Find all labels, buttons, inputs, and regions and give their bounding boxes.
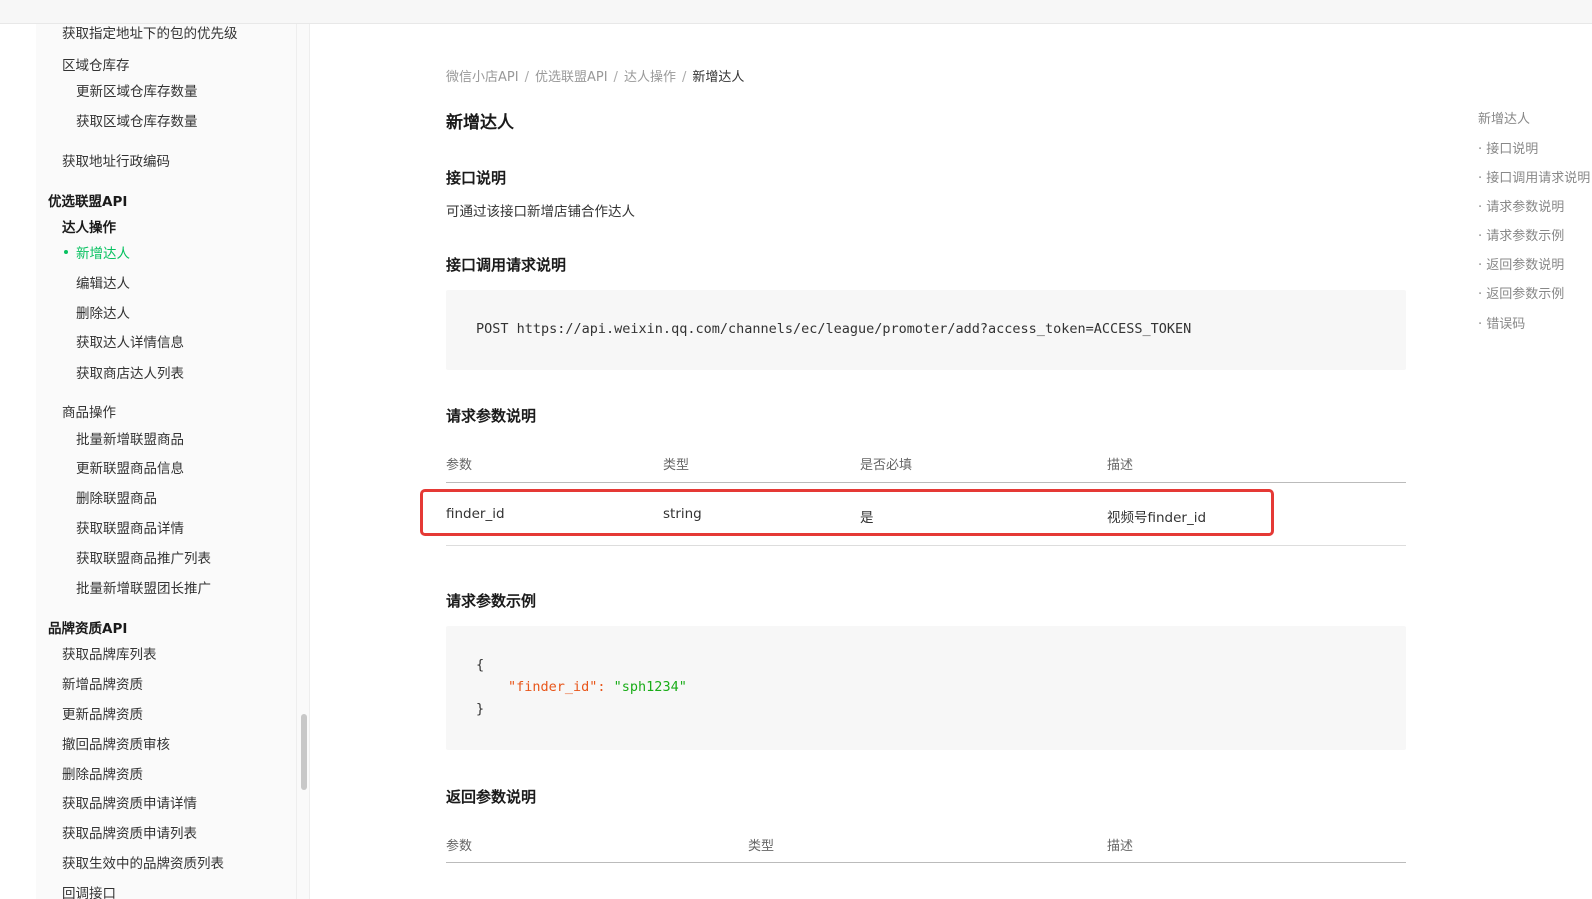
sidebar-item[interactable]: 商品操作 bbox=[62, 401, 116, 421]
sidebar-item-active[interactable]: 新增达人 bbox=[64, 242, 130, 262]
code-json-colon: : bbox=[597, 679, 614, 695]
return-header-description: 描述 bbox=[1107, 839, 1134, 854]
sidebar-item[interactable]: 删除联盟商品 bbox=[76, 487, 157, 507]
sidebar-item[interactable]: 批量新增联盟商品 bbox=[76, 428, 184, 448]
return-header-name: 参数 bbox=[446, 839, 473, 854]
sidebar-item[interactable]: 回调接口 bbox=[62, 882, 116, 899]
breadcrumb-link[interactable]: 优选联盟API bbox=[535, 70, 608, 85]
sidebar-item[interactable]: 更新联盟商品信息 bbox=[76, 457, 184, 477]
sidebar-item[interactable]: 删除达人 bbox=[76, 302, 130, 322]
sidebar-subgroup-promoter[interactable]: 达人操作 bbox=[62, 216, 116, 236]
breadcrumb-current: 新增达人 bbox=[692, 70, 745, 85]
toc-item[interactable]: · 错误码 bbox=[1478, 313, 1525, 332]
example-code-block: { "finder_id": "sph1234" } bbox=[446, 626, 1406, 750]
sidebar-item[interactable]: 区域仓库存 bbox=[62, 54, 130, 74]
breadcrumb-separator: / bbox=[613, 70, 618, 85]
sidebar-item[interactable]: 新增品牌资质 bbox=[62, 673, 143, 693]
breadcrumb-link[interactable]: 微信小店API bbox=[446, 70, 519, 85]
code-line: "finder_id": "sph1234" bbox=[508, 679, 687, 695]
section-title-params: 请求参数说明 bbox=[446, 407, 537, 425]
table-of-contents: 新增达人 · 接口说明 · 接口调用请求说明 · 请求参数说明 · 请求参数示例… bbox=[1478, 24, 1592, 899]
sidebar-item[interactable]: 更新区域仓库存数量 bbox=[76, 80, 198, 100]
toc-item[interactable]: · 请求参数示例 bbox=[1478, 225, 1564, 244]
params-header-type: 类型 bbox=[663, 458, 690, 473]
toc-item[interactable]: · 返回参数说明 bbox=[1478, 254, 1564, 273]
section-description-text: 可通过该接口新增店铺合作达人 bbox=[446, 204, 635, 220]
section-title-return: 返回参数说明 bbox=[446, 788, 537, 806]
toc-item[interactable]: · 返回参数示例 bbox=[1478, 283, 1564, 302]
page-title: 新增达人 bbox=[446, 113, 514, 133]
sidebar-item[interactable]: 获取商店达人列表 bbox=[76, 362, 184, 382]
section-title-description: 接口说明 bbox=[446, 169, 507, 187]
sidebar-item[interactable]: 获取区域仓库存数量 bbox=[76, 110, 198, 130]
active-dot-icon bbox=[64, 250, 68, 254]
sidebar-nav: 获取指定地址下的包的优先级 区域仓库存 更新区域仓库存数量 获取区域仓库存数量 … bbox=[0, 24, 296, 899]
sidebar-item[interactable]: 获取联盟商品详情 bbox=[76, 517, 184, 537]
top-bar bbox=[0, 0, 1592, 24]
section-title-example: 请求参数示例 bbox=[446, 592, 537, 610]
highlight-box bbox=[420, 489, 1274, 536]
sidebar-item[interactable]: 获取品牌库列表 bbox=[62, 643, 157, 663]
sidebar-item[interactable]: 获取指定地址下的包的优先级 bbox=[62, 24, 238, 42]
code-json-value: "sph1234" bbox=[613, 679, 687, 695]
request-line: POST https://api.weixin.qq.com/channels/… bbox=[476, 321, 1192, 337]
sidebar-item[interactable]: 获取地址行政编码 bbox=[62, 150, 170, 170]
request-code-block: POST https://api.weixin.qq.com/channels/… bbox=[446, 290, 1406, 370]
params-header-description: 描述 bbox=[1107, 458, 1134, 473]
sidebar-scrollbar[interactable] bbox=[301, 714, 307, 790]
sidebar-group-league-api[interactable]: 优选联盟API bbox=[48, 190, 127, 210]
code-json-key: "finder_id" bbox=[508, 679, 598, 695]
sidebar-item[interactable]: 删除品牌资质 bbox=[62, 763, 143, 783]
breadcrumb-separator: / bbox=[524, 70, 529, 85]
sidebar-item[interactable]: 批量新增联盟团长推广 bbox=[76, 577, 211, 597]
toc-item[interactable]: · 接口说明 bbox=[1478, 138, 1538, 157]
return-table-header-divider bbox=[446, 862, 1406, 863]
toc-item[interactable]: · 接口调用请求说明 bbox=[1478, 167, 1590, 186]
sidebar-item[interactable]: 更新品牌资质 bbox=[62, 703, 143, 723]
sidebar-item[interactable]: 获取品牌资质申请详情 bbox=[62, 792, 197, 812]
breadcrumb-link[interactable]: 达人操作 bbox=[624, 70, 676, 85]
return-header-type: 类型 bbox=[748, 839, 775, 854]
sidebar-group-brand-api[interactable]: 品牌资质API bbox=[48, 617, 127, 637]
main-content: 微信小店API / 优选联盟API / 达人操作 / 新增达人 新增达人 接口说明 可通过该… bbox=[310, 24, 1592, 899]
code-open-brace: { bbox=[476, 657, 485, 673]
sidebar-panel: 获取指定地址下的包的优先级 区域仓库存 更新区域仓库存数量 获取区域仓库存数量 … bbox=[36, 24, 296, 899]
params-header-name: 参数 bbox=[446, 458, 473, 473]
breadcrumb-separator: / bbox=[681, 70, 687, 85]
sidebar-item[interactable]: 获取达人详情信息 bbox=[76, 331, 184, 351]
params-header-required: 是否必填 bbox=[860, 458, 913, 473]
code-close-brace: } bbox=[476, 701, 485, 717]
sidebar-item[interactable]: 撤回品牌资质审核 bbox=[62, 733, 170, 753]
sidebar-item[interactable]: 获取品牌资质申请列表 bbox=[62, 822, 197, 842]
section-title-request: 接口调用请求说明 bbox=[446, 256, 567, 274]
toc-item[interactable]: · 请求参数说明 bbox=[1478, 196, 1564, 215]
sidebar-item[interactable]: 获取联盟商品推广列表 bbox=[76, 547, 211, 567]
sidebar-item[interactable]: 编辑达人 bbox=[76, 272, 130, 292]
table-row-divider bbox=[446, 545, 1406, 546]
breadcrumb: 微信小店API / 优选联盟API / 达人操作 / 新增达人 bbox=[446, 66, 744, 85]
toc-item[interactable]: 新增达人 bbox=[1478, 108, 1530, 127]
sidebar-item[interactable]: 获取生效中的品牌资质列表 bbox=[62, 852, 224, 872]
sidebar-item-label: 新增达人 bbox=[76, 246, 130, 262]
table-header-divider bbox=[446, 482, 1406, 483]
